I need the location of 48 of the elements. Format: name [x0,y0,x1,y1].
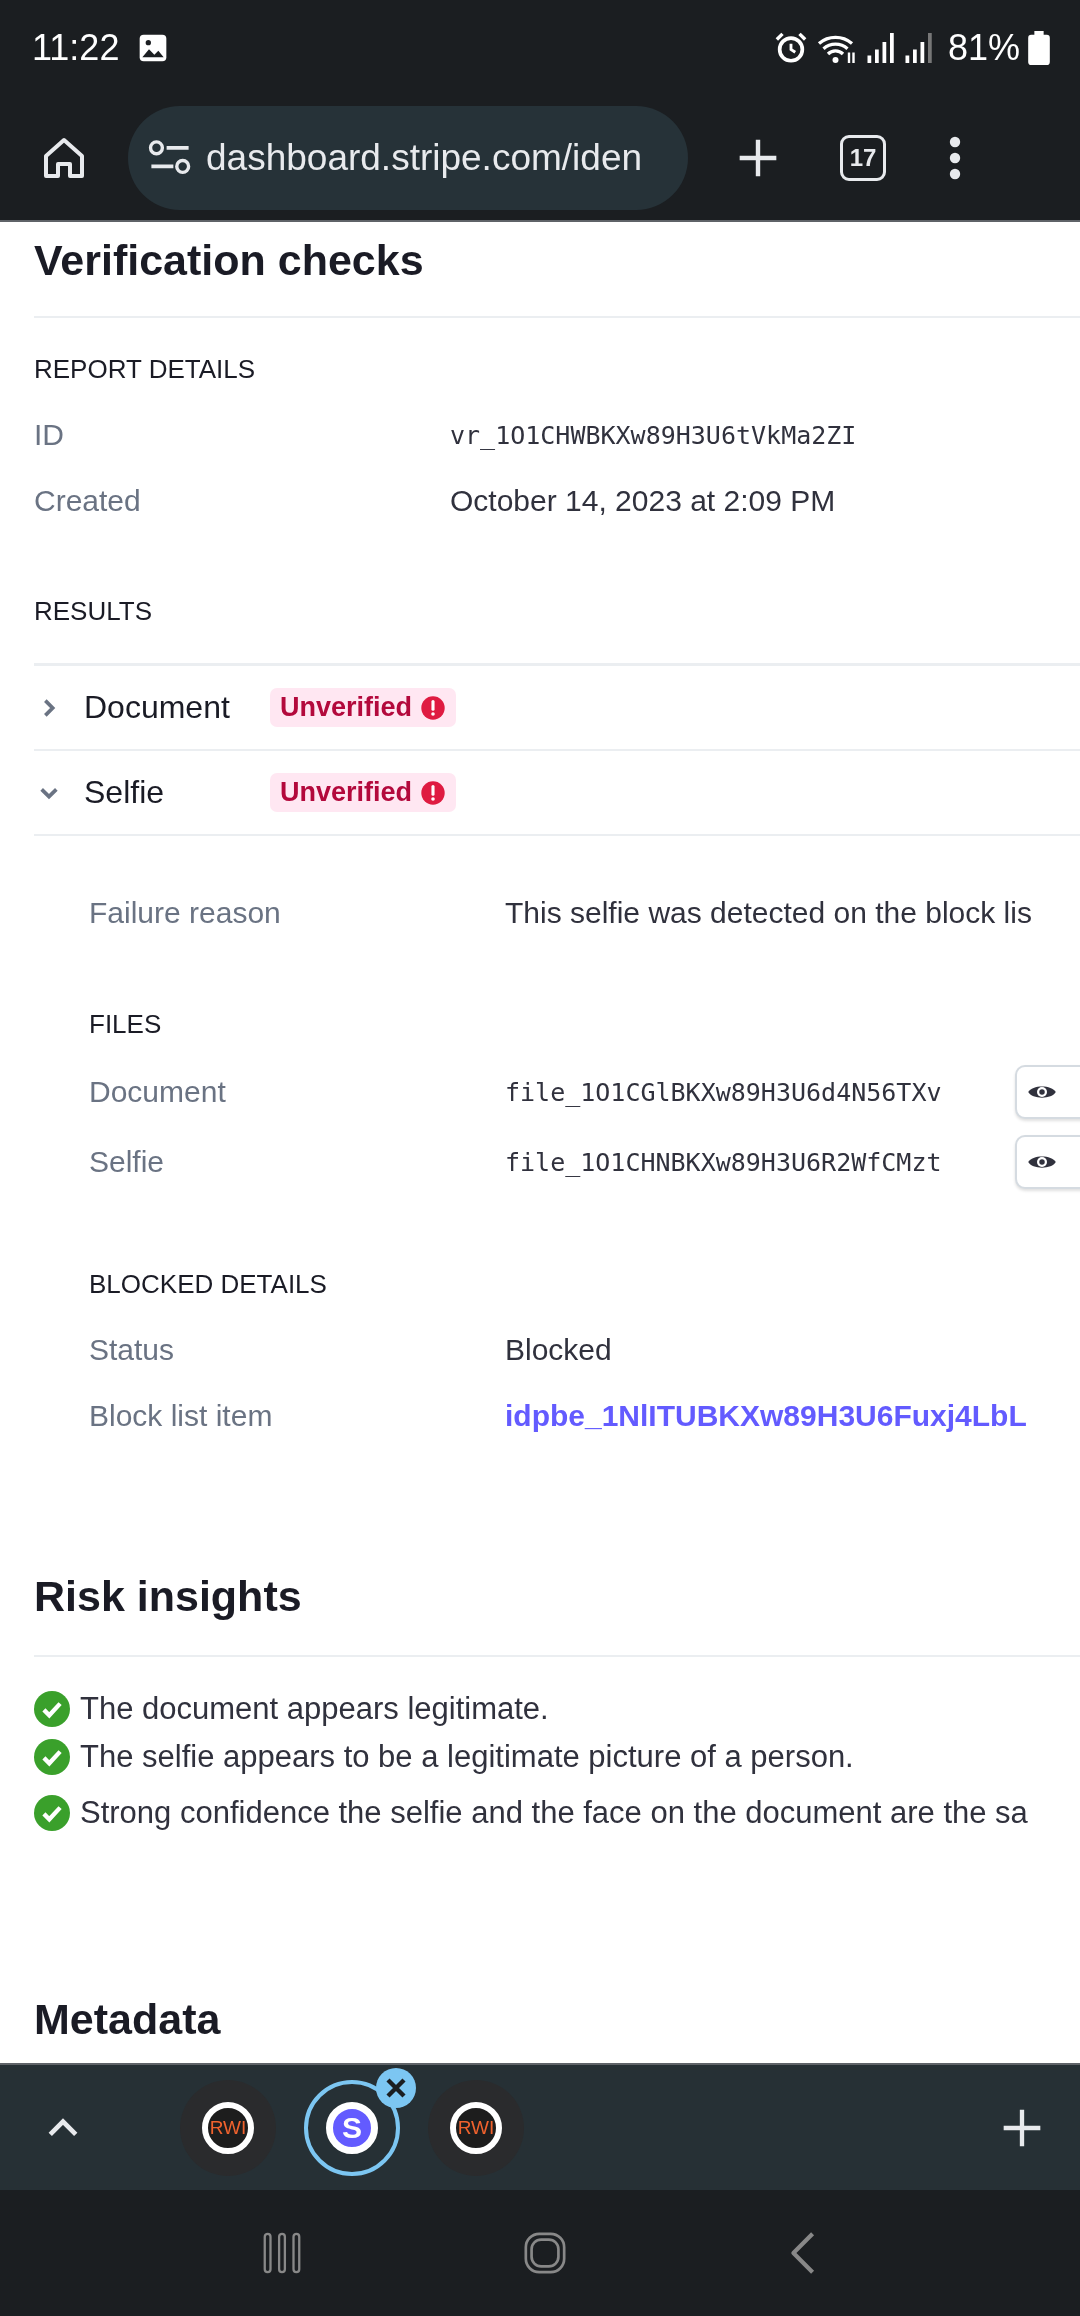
section-label: FILES [89,1008,162,1040]
field-value: October 14, 2023 at 2:09 PM [450,484,836,518]
field-value: This selfie was detected on the block lis [505,896,1032,930]
status-badge: Unverified [270,688,457,727]
file-id: file_1O1CGlBKXw89H3U6d4N56TXv [505,1077,943,1107]
tab-favicon-button[interactable]: RWI [180,2079,276,2176]
battery-level: 81% [947,26,1020,69]
section-title: Risk insights [34,1572,302,1621]
status-badge: Unverified [270,773,457,812]
address-bar[interactable]: dashboard.stripe.com/iden [128,105,688,210]
field-label: Failure reason [89,896,282,930]
field-label: Created [34,484,142,518]
section-label: RESULTS [34,595,152,627]
battery-icon [1028,30,1050,65]
field-value: vr_1O1CHWBKXw89H3U6tVkMa2ZI [450,420,857,450]
field-label: Document [89,1075,227,1109]
result-name[interactable]: Document [84,689,270,726]
signal-icon [865,30,896,65]
section-title: Verification checks [34,235,424,285]
tab-favicon-button[interactable]: RWI [428,2079,524,2176]
file-id: file_1O1CHNBKXw89H3U6R2WfCMzt [505,1147,943,1177]
home-nav-icon[interactable] [522,2230,568,2276]
insight-text: Strong confidence the selfie and the face on the document are the sa [80,1795,1028,1831]
add-tab-icon[interactable] [1002,2107,1042,2148]
field-value: Blocked [505,1333,612,1367]
chevron-up-icon[interactable] [46,2116,80,2139]
view-file-button[interactable] [1015,1065,1080,1119]
alarm-icon [773,30,808,65]
section-label: REPORT DETAILS [34,353,256,385]
site-logo: S [326,2101,378,2154]
field-label: Selfie [89,1145,166,1179]
insight-text: The selfie appears to be a legitimate picture of a person. [80,1739,854,1775]
view-file-button[interactable] [1015,1135,1080,1189]
field-label: Status [89,1333,176,1367]
section-title: Metadata [34,1994,221,2044]
site-settings-icon[interactable] [148,138,192,177]
signal-icon [903,30,934,65]
site-logo: RWI [450,2101,502,2154]
section-label: BLOCKED DETAILS [89,1268,327,1300]
block-list-link[interactable]: idpbe_1NlITUBKXw89H3U6Fuxj4LbL [505,1399,1027,1433]
field-label: Block list item [89,1399,274,1433]
close-icon[interactable] [376,2067,416,2108]
site-logo: RWI [202,2101,254,2154]
result-name[interactable]: Selfie [84,774,270,811]
tab-count-button[interactable]: 17 [840,134,886,181]
insight-text: The document appears legitimate. [80,1691,549,1727]
status-time: 11:22 [32,26,120,69]
field-label: ID [34,418,65,452]
